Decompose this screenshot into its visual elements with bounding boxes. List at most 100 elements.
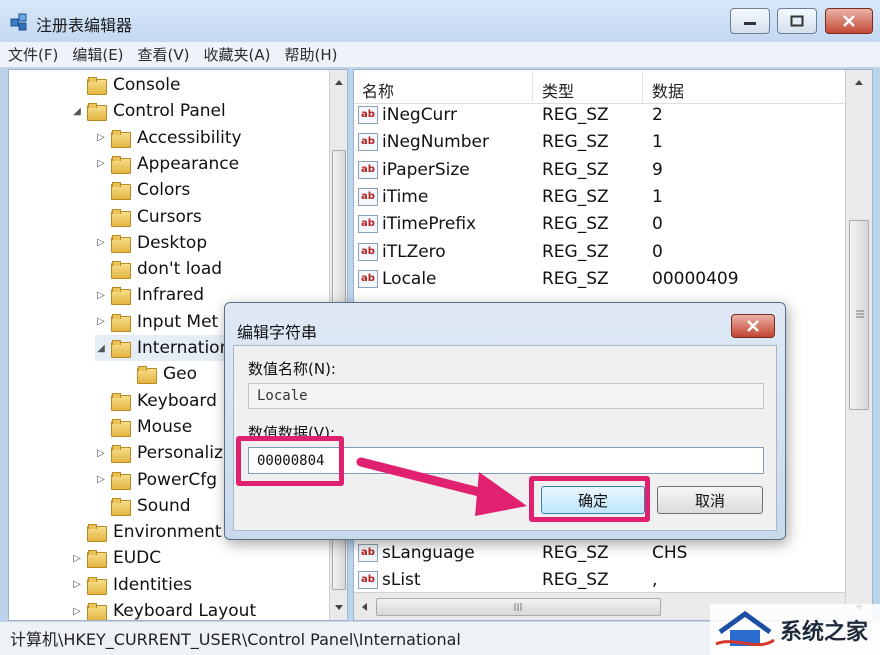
tree-item[interactable]: ▷ Infrared bbox=[95, 282, 204, 308]
tree-item[interactable]: Cursors bbox=[95, 204, 202, 230]
list-row[interactable]: ab iTimePrefix REG_SZ 0 bbox=[354, 211, 844, 238]
tree-item[interactable]: ▷ Input Met bbox=[95, 309, 218, 335]
cell-name: iTLZero bbox=[382, 241, 446, 262]
list-scroll-thumb[interactable] bbox=[849, 220, 869, 410]
cell-type: REG_SZ bbox=[542, 132, 609, 153]
cell-data: 1 bbox=[652, 186, 663, 207]
column-data-header[interactable]: 数据 bbox=[652, 78, 684, 102]
cell-name: iTime bbox=[382, 186, 429, 207]
tree-item-label: Desktop bbox=[137, 232, 208, 253]
tree-item[interactable]: ▷ Personaliz bbox=[95, 440, 223, 466]
column-name-header[interactable]: 名称 bbox=[362, 78, 394, 102]
menu-view[interactable]: 查看(V) bbox=[138, 44, 190, 65]
tree-item[interactable]: Console bbox=[71, 72, 181, 98]
folder-icon bbox=[111, 392, 131, 411]
folder-icon bbox=[87, 103, 107, 122]
expand-arrow-icon[interactable]: ▷ bbox=[95, 316, 107, 327]
tree-item-label: Appearance bbox=[137, 153, 240, 174]
scroll-up-icon[interactable] bbox=[854, 78, 864, 86]
tree-item[interactable]: ▷ Accessibility bbox=[95, 125, 242, 151]
expand-arrow-icon[interactable]: ▷ bbox=[71, 553, 83, 564]
menu-help[interactable]: 帮助(H) bbox=[284, 44, 337, 65]
tree-item-label: Keyboard Layout bbox=[113, 601, 257, 621]
scroll-down-icon[interactable] bbox=[334, 604, 344, 612]
list-vertical-scrollbar[interactable] bbox=[845, 70, 872, 620]
expand-arrow-icon[interactable]: ◢ bbox=[95, 343, 107, 354]
string-value-icon: ab bbox=[358, 215, 378, 234]
expand-arrow-icon[interactable]: ▷ bbox=[95, 237, 107, 248]
window-title: 注册表编辑器 bbox=[36, 16, 133, 35]
tree-item[interactable]: ◢ Control Panel bbox=[71, 98, 226, 124]
tree-item-label: Control Panel bbox=[113, 101, 226, 122]
list-row[interactable]: ab iTLZero REG_SZ 0 bbox=[354, 239, 844, 266]
list-row[interactable]: ab sList REG_SZ, bbox=[354, 567, 844, 594]
list-row[interactable]: ab iTime REG_SZ 1 bbox=[354, 184, 844, 211]
tree-item-label: Sound bbox=[137, 495, 191, 516]
folder-icon bbox=[111, 340, 131, 358]
tree-item-label: Geo bbox=[163, 364, 198, 385]
list-row[interactable]: ab Locale REG_SZ 00000409 bbox=[354, 266, 844, 293]
expand-arrow-icon[interactable]: ▷ bbox=[71, 579, 83, 590]
tree-item-label: Input Met bbox=[137, 311, 219, 332]
maximize-icon bbox=[790, 15, 804, 27]
tree-item[interactable]: Sound bbox=[95, 493, 191, 519]
tree-item[interactable]: ▷ Identities bbox=[71, 572, 192, 598]
menu-edit[interactable]: 编辑(E) bbox=[72, 44, 123, 65]
menu-file[interactable]: 文件(F) bbox=[8, 44, 58, 65]
tree-item[interactable]: ▷ EUDC bbox=[71, 545, 161, 571]
tree-item[interactable]: don't load bbox=[95, 256, 222, 282]
scroll-up-icon[interactable] bbox=[334, 78, 344, 86]
tree-item[interactable]: Mouse bbox=[95, 414, 192, 440]
list-row[interactable]: ab iPaperSize REG_SZ 9 bbox=[354, 157, 844, 184]
cell-data: CHS bbox=[652, 543, 688, 563]
tree-item-label: Colors bbox=[137, 180, 191, 201]
cell-data: 00000409 bbox=[652, 268, 739, 289]
cancel-button[interactable]: 取消 bbox=[657, 486, 763, 514]
string-value-icon: ab bbox=[358, 571, 378, 589]
cell-data: 0 bbox=[652, 241, 663, 262]
tree-item[interactable]: Environment bbox=[71, 519, 222, 545]
tree-item[interactable]: ▷ Desktop bbox=[95, 230, 207, 256]
folder-icon bbox=[87, 576, 107, 595]
list-row[interactable]: ab sLanguage REG_SZ CHS bbox=[354, 540, 844, 567]
expand-arrow-icon[interactable]: ▷ bbox=[95, 132, 107, 143]
dialog-close-button[interactable] bbox=[731, 314, 775, 338]
folder-icon bbox=[111, 182, 131, 201]
cell-type: REG_SZ bbox=[542, 543, 609, 563]
grip-icon bbox=[514, 603, 522, 611]
expand-arrow-icon[interactable]: ▷ bbox=[95, 290, 107, 301]
expand-arrow-icon[interactable]: ▷ bbox=[95, 448, 107, 459]
close-icon bbox=[843, 15, 855, 27]
arrow-annotation-icon bbox=[356, 457, 527, 516]
value-name-field: Locale bbox=[248, 383, 764, 409]
list-row[interactable]: ab iNegCurr REG_SZ 2 bbox=[354, 102, 844, 129]
tree-item-label: Identities bbox=[113, 574, 193, 595]
tree-item[interactable]: Geo bbox=[121, 361, 197, 387]
maximize-button[interactable] bbox=[777, 8, 817, 34]
tree-item[interactable]: ▷ PowerCfg bbox=[95, 467, 217, 493]
expand-arrow-icon[interactable]: ◢ bbox=[71, 106, 83, 117]
cell-name: iNegCurr bbox=[382, 105, 458, 125]
scroll-left-icon[interactable] bbox=[360, 602, 368, 612]
list-hscroll-thumb[interactable] bbox=[376, 598, 661, 616]
close-button[interactable] bbox=[825, 8, 873, 34]
tree-item[interactable]: ▷ Appearance bbox=[95, 151, 239, 177]
expand-arrow-icon[interactable]: ▷ bbox=[95, 474, 107, 485]
folder-icon bbox=[111, 208, 131, 227]
column-divider[interactable] bbox=[532, 72, 533, 102]
minimize-button[interactable] bbox=[730, 8, 770, 34]
expand-arrow-icon[interactable]: ▷ bbox=[95, 158, 107, 169]
value-input-highlight bbox=[236, 436, 344, 486]
column-type-header[interactable]: 类型 bbox=[542, 78, 574, 102]
tree-item[interactable]: ◢ Internation bbox=[95, 335, 231, 361]
expand-arrow-icon[interactable]: ▷ bbox=[71, 606, 83, 617]
tree-item[interactable]: Colors bbox=[95, 177, 190, 203]
tree-item[interactable]: Keyboard bbox=[95, 388, 217, 414]
list-row[interactable]: ab iNegNumber REG_SZ 1 bbox=[354, 129, 844, 156]
cell-type: REG_SZ bbox=[542, 214, 609, 235]
menu-favorites[interactable]: 收藏夹(A) bbox=[204, 44, 271, 65]
tree-item[interactable]: ▷ Keyboard Layout bbox=[71, 598, 257, 621]
tree-item-label: Mouse bbox=[137, 416, 193, 437]
folder-icon bbox=[87, 524, 107, 543]
column-divider[interactable] bbox=[642, 72, 643, 102]
